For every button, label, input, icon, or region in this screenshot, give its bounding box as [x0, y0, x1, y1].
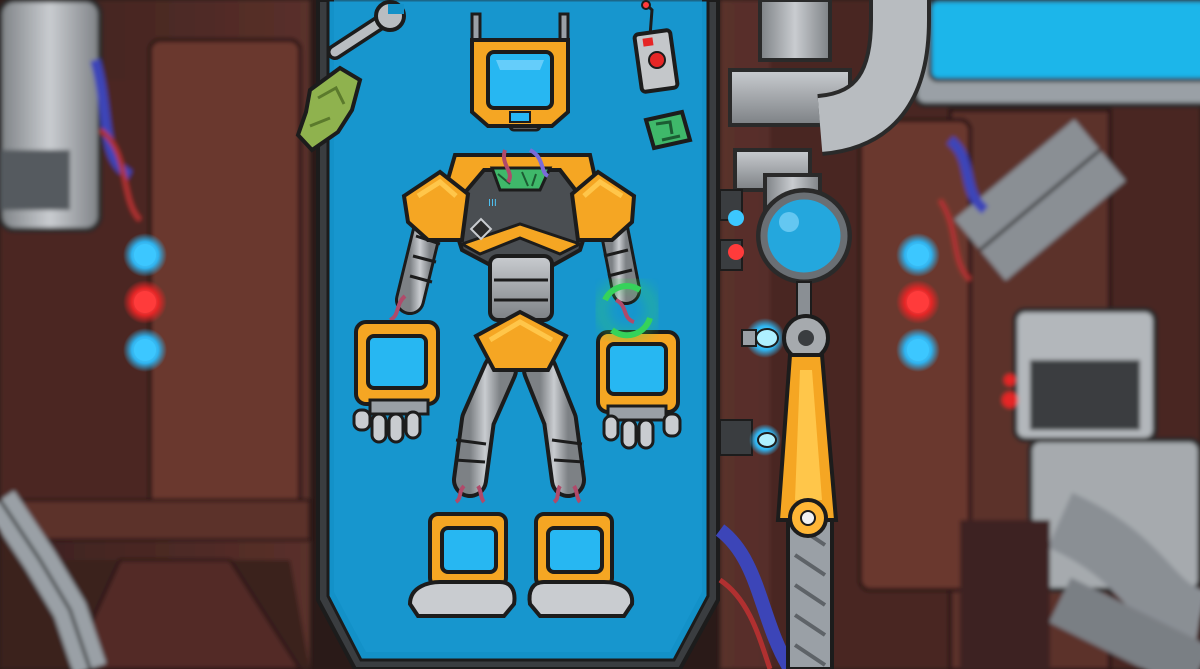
- game-scene: III: [0, 0, 1200, 669]
- indicator-lights-left: [123, 233, 167, 372]
- robot-right-hand[interactable]: [596, 330, 682, 450]
- circuit-chip-icon[interactable]: [643, 109, 693, 151]
- svg-text:III: III: [488, 198, 497, 209]
- indicator-lights-right: [896, 233, 940, 372]
- robot-pelvis[interactable]: [473, 254, 569, 372]
